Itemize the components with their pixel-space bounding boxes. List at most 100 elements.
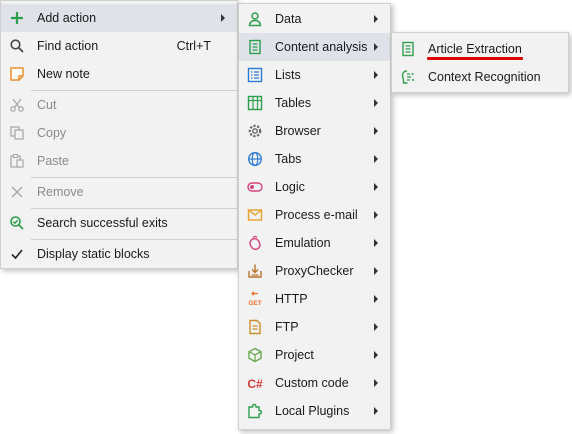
submenu-item-custom-code[interactable]: C# Custom code <box>239 369 390 397</box>
submenu-arrow-icon <box>374 71 378 79</box>
find-action-shortcut: Ctrl+T <box>176 39 211 53</box>
note-icon <box>9 66 25 82</box>
submenu-item-content-analysis[interactable]: Content analysis <box>239 33 390 61</box>
submenu-item-label: HTTP <box>275 292 308 306</box>
list-icon <box>247 67 263 83</box>
svg-text:C#: C# <box>247 377 263 391</box>
checkmark-icon <box>9 246 25 262</box>
add-action-item[interactable]: Add action <box>1 4 237 32</box>
submenu-arrow-icon <box>374 239 378 247</box>
paste-label: Paste <box>37 154 69 168</box>
context-recognition-item[interactable]: Context Recognition <box>392 63 568 91</box>
submenu-item-tabs[interactable]: Tabs <box>239 145 390 173</box>
submenu-arrow-icon <box>374 15 378 23</box>
gear-icon <box>247 123 263 139</box>
search-check-icon <box>9 215 25 231</box>
ftp-file-icon <box>247 319 263 335</box>
submenu-item-label: FTP <box>275 320 299 334</box>
submenu-arrow-icon <box>374 407 378 415</box>
submenu-item-label: Tabs <box>275 152 302 166</box>
document-icon <box>400 41 416 57</box>
search-icon <box>9 38 25 54</box>
submenu-arrow-icon <box>374 379 378 387</box>
user-icon <box>247 11 263 27</box>
copy-icon <box>9 125 25 141</box>
submenu-item-logic[interactable]: Logic <box>239 173 390 201</box>
scissors-icon <box>9 97 25 113</box>
plus-icon <box>9 10 25 26</box>
submenu-item-label: Lists <box>275 68 301 82</box>
copy-item[interactable]: Copy <box>1 119 237 147</box>
submenu-item-label: Process e-mail <box>275 208 358 222</box>
submenu-item-lists[interactable]: Lists <box>239 61 390 89</box>
table-icon <box>247 95 263 111</box>
red-underline-annotation <box>427 57 523 60</box>
submenu-item-label: Tables <box>275 96 312 110</box>
submenu-arrow-icon <box>374 99 378 107</box>
copy-label: Copy <box>37 126 67 140</box>
submenu-arrow-icon <box>374 211 378 219</box>
submenu-item-emulation[interactable]: Emulation <box>239 229 390 257</box>
submenu-item-label: Custom code <box>275 376 349 390</box>
toggle-icon <box>247 179 263 195</box>
submenu-arrow-icon <box>374 295 378 303</box>
submenu-item-http[interactable]: GET HTTP <box>239 285 390 313</box>
submenu-arrow-icon <box>374 323 378 331</box>
submenu-item-project[interactable]: Project <box>239 341 390 369</box>
submenu-arrow-icon <box>374 183 378 191</box>
add-action-submenu: Data Content analysis Lists Tables Brows… <box>238 3 391 430</box>
cut-item[interactable]: Cut <box>1 91 237 119</box>
new-note-label: New note <box>37 67 90 81</box>
paste-item[interactable]: Paste <box>1 147 237 175</box>
close-icon <box>9 184 25 200</box>
submenu-item-tables[interactable]: Tables <box>239 89 390 117</box>
submenu-item-process-email[interactable]: Process e-mail <box>239 201 390 229</box>
submenu-item-browser[interactable]: Browser <box>239 117 390 145</box>
envelope-icon <box>247 207 263 223</box>
submenu-arrow-icon <box>374 43 378 51</box>
find-action-label: Find action <box>37 39 99 53</box>
document-icon <box>247 39 263 55</box>
submenu-arrow-icon <box>221 14 225 22</box>
display-static-blocks-label: Display static blocks <box>37 247 150 261</box>
search-successful-exits-item[interactable]: Search successful exits <box>1 209 237 237</box>
display-static-blocks-item[interactable]: Display static blocks <box>1 240 237 268</box>
submenu-arrow-icon <box>374 267 378 275</box>
cube-icon <box>247 347 263 363</box>
search-successful-exits-label: Search successful exits <box>37 216 168 230</box>
submenu-arrow-icon <box>374 155 378 163</box>
submenu-item-data[interactable]: Data <box>239 5 390 33</box>
globe-icon <box>247 151 263 167</box>
context-recognition-label: Context Recognition <box>428 70 541 84</box>
find-action-item[interactable]: Find action Ctrl+T <box>1 32 237 60</box>
submenu-item-label: Browser <box>275 124 321 138</box>
context-recognition-icon <box>400 69 416 85</box>
get-request-icon: GET <box>247 291 263 307</box>
submenu-item-label: Emulation <box>275 236 331 250</box>
submenu-arrow-icon <box>374 351 378 359</box>
remove-label: Remove <box>37 185 84 199</box>
content-analysis-submenu: Article Extraction Context Recognition <box>391 32 569 93</box>
submenu-item-label: Logic <box>275 180 305 194</box>
new-note-item[interactable]: New note <box>1 60 237 88</box>
article-extraction-label: Article Extraction <box>428 42 522 56</box>
cut-label: Cut <box>37 98 57 112</box>
proxy-icon <box>247 263 263 279</box>
submenu-item-ftp[interactable]: FTP <box>239 313 390 341</box>
puzzle-icon <box>247 403 263 419</box>
submenu-arrow-icon <box>374 127 378 135</box>
submenu-item-proxychecker[interactable]: ProxyChecker <box>239 257 390 285</box>
svg-text:GET: GET <box>248 300 261 307</box>
remove-item[interactable]: Remove <box>1 178 237 206</box>
mouse-icon <box>247 235 263 251</box>
submenu-item-label: Project <box>275 348 314 362</box>
submenu-item-label: ProxyChecker <box>275 264 354 278</box>
submenu-item-local-plugins[interactable]: Local Plugins <box>239 397 390 425</box>
add-action-label: Add action <box>37 11 97 25</box>
submenu-item-label: Content analysis <box>275 40 368 54</box>
csharp-icon: C# <box>247 375 263 391</box>
submenu-item-label: Local Plugins <box>275 404 350 418</box>
submenu-item-label: Data <box>275 12 302 26</box>
paste-icon <box>9 153 25 169</box>
context-menu: Add action Find action Ctrl+T New note C… <box>0 0 238 269</box>
